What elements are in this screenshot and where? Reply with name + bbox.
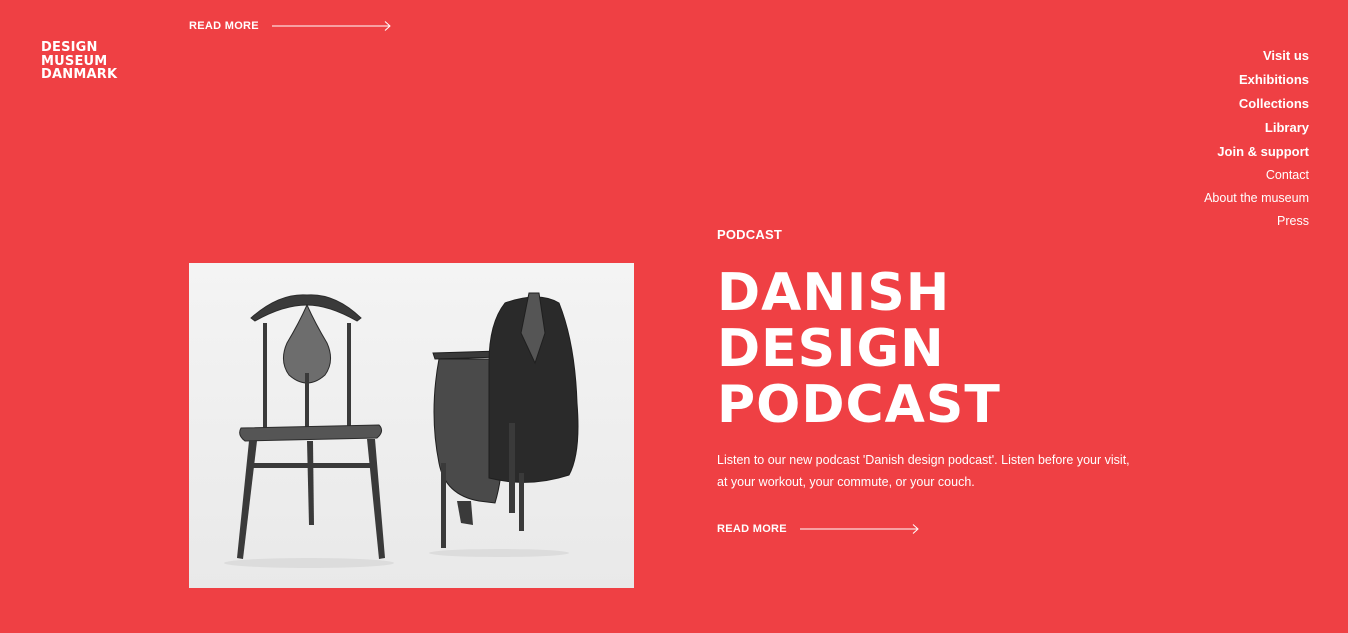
nav-item-join-support[interactable]: Join & support — [1204, 140, 1309, 164]
logo-line-3: DANMARK — [41, 67, 118, 82]
logo-line-2: MUSEUM — [41, 53, 108, 69]
nav-item-press[interactable]: Press — [1204, 210, 1309, 233]
feature-read-more-label: READ MORE — [717, 523, 787, 535]
nav-item-library[interactable]: Library — [1204, 116, 1309, 140]
nav-item-exhibitions[interactable]: Exhibitions — [1204, 68, 1309, 92]
arrow-right-icon — [271, 21, 391, 31]
top-read-more-link[interactable]: READ MORE — [189, 20, 392, 32]
headline-line-1: DANISH — [717, 263, 951, 323]
headline-line-2: DESIGN — [717, 319, 945, 379]
feature-headline[interactable]: DANISH DESIGN PODCAST — [717, 265, 1001, 433]
valet-chair-photo[interactable] — [189, 263, 634, 588]
feature-read-more-link[interactable]: READ MORE — [717, 523, 920, 535]
logo-line-1: DESIGN — [41, 40, 98, 55]
nav-item-visit-us[interactable]: Visit us — [1204, 44, 1309, 68]
nav-item-contact[interactable]: Contact — [1204, 164, 1309, 187]
nav-item-about[interactable]: About the museum — [1204, 187, 1309, 210]
top-read-more-label: READ MORE — [189, 20, 259, 32]
main-navigation: Visit us Exhibitions Collections Library… — [1204, 44, 1309, 233]
museum-logo[interactable]: DESIGN MUSEUM DANMARK — [41, 41, 117, 82]
headline-line-3: PODCAST — [717, 375, 1001, 435]
arrow-right-icon — [799, 524, 919, 534]
feature-category-label: PODCAST — [717, 227, 782, 242]
nav-item-collections[interactable]: Collections — [1204, 92, 1309, 116]
feature-description: Listen to our new podcast 'Danish design… — [717, 453, 1130, 489]
